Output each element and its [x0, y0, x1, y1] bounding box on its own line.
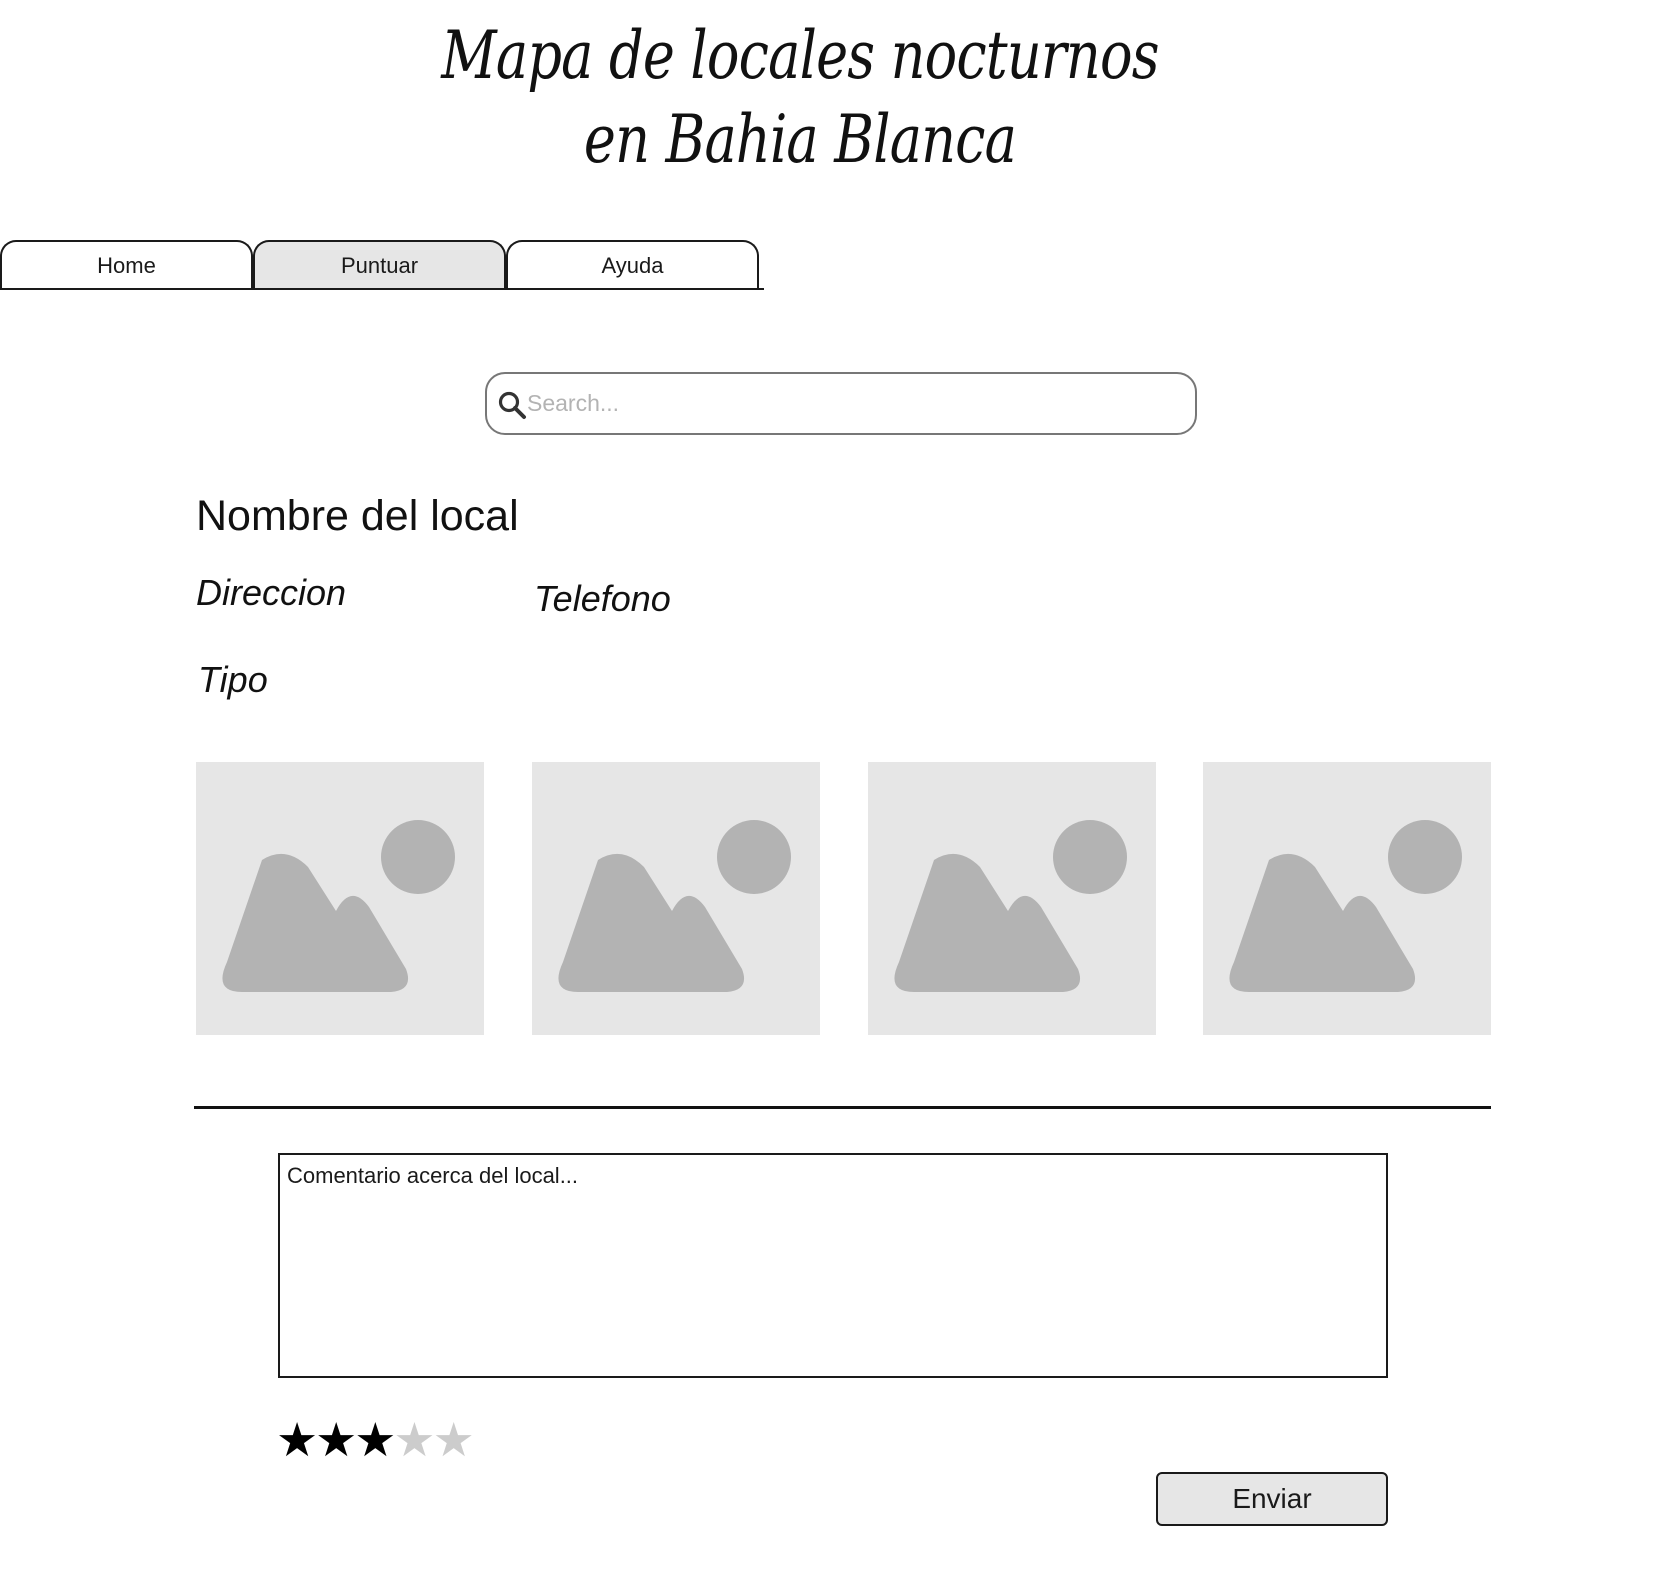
star-icon[interactable]: ★	[433, 1413, 475, 1466]
star-rating[interactable]: ★★★★★	[276, 1410, 475, 1470]
image-placeholder-icon	[222, 820, 455, 992]
tab-puntuar[interactable]: Puntuar	[253, 240, 506, 289]
tab-ayuda[interactable]: Ayuda	[506, 240, 759, 289]
venue-name: Nombre del local	[196, 492, 519, 540]
search-box[interactable]	[485, 372, 1197, 435]
venue-phone: Telefono	[534, 578, 671, 619]
search-icon	[498, 391, 526, 419]
venue-type: Tipo	[198, 659, 268, 700]
image-placeholder-icon	[558, 820, 791, 992]
star-icon[interactable]: ★	[393, 1413, 435, 1466]
tab-home[interactable]: Home	[0, 240, 253, 289]
venue-photo	[868, 762, 1156, 1035]
section-divider	[194, 1106, 1491, 1109]
image-placeholder-icon	[1229, 820, 1462, 992]
star-icon[interactable]: ★	[315, 1413, 357, 1466]
star-icon[interactable]: ★	[354, 1413, 396, 1466]
title-line-2: en Bahia Blanca	[583, 101, 1017, 178]
image-placeholder-icon	[894, 820, 1127, 992]
star-icon[interactable]: ★	[276, 1413, 318, 1466]
page-title: Mapa de locales nocturnos en Bahia Blanc…	[0, 14, 1600, 182]
comment-field[interactable]	[278, 1153, 1388, 1378]
venue-address: Direccion	[196, 572, 347, 613]
submit-button[interactable]: Enviar	[1156, 1472, 1388, 1526]
venue-photo	[196, 762, 484, 1035]
venue-photo	[532, 762, 820, 1035]
venue-photo	[1203, 762, 1491, 1035]
title-line-1: Mapa de locales nocturnos	[441, 17, 1159, 94]
search-input[interactable]	[527, 384, 1167, 422]
tab-baseline	[0, 288, 764, 290]
